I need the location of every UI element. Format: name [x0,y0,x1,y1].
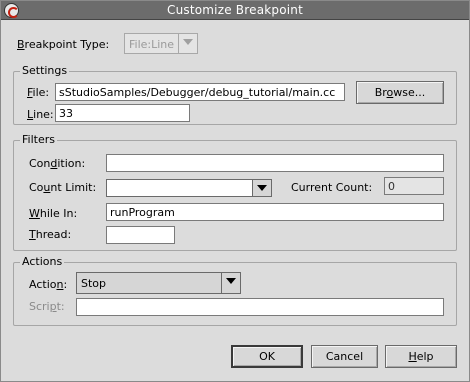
chevron-down-icon [252,180,271,196]
script-input[interactable] [76,298,444,316]
ok-button[interactable]: OK [231,345,303,368]
file-label: File: [27,86,50,99]
breakpoint-type-label: Breakpoint Type: [17,38,110,51]
action-dropdown[interactable]: Stop [76,272,241,294]
while-in-input[interactable]: runProgram [106,203,444,221]
help-button[interactable]: Help [385,345,457,368]
title-bar: Customize Breakpoint [1,1,469,20]
settings-group-title: Settings [20,64,70,77]
filters-group-title: Filters [20,133,57,146]
condition-input[interactable] [106,154,444,172]
while-in-label: While In: [29,207,78,220]
breakpoint-type-dropdown[interactable]: File:Line [124,33,198,54]
customize-breakpoint-dialog: Customize Breakpoint Breakpoint Type: Fi… [0,0,470,382]
line-input[interactable]: 33 [55,104,190,122]
chevron-down-icon [178,34,197,53]
chevron-down-icon [221,273,240,293]
script-label: Script: [29,300,65,313]
condition-label: Condition: [29,157,86,170]
browse-button[interactable]: Browse... [356,81,444,104]
count-limit-label: Count Limit: [29,181,97,194]
action-value: Stop [81,277,107,290]
window-title: Customize Breakpoint [167,3,303,17]
cancel-button[interactable]: Cancel [311,345,378,368]
breakpoint-type-value: File:Line [129,38,175,51]
line-label: Line: [27,108,54,121]
thread-label: Thread: [29,228,72,241]
current-count-label: Current Count: [291,181,373,194]
file-path-input[interactable]: sStudioSamples/Debugger/debug_tutorial/m… [55,83,345,101]
count-limit-dropdown[interactable] [106,179,272,197]
actions-group-title: Actions [20,255,65,268]
action-label: Action: [29,278,68,291]
thread-input[interactable] [106,226,175,244]
current-count-value: 0 [384,177,444,195]
